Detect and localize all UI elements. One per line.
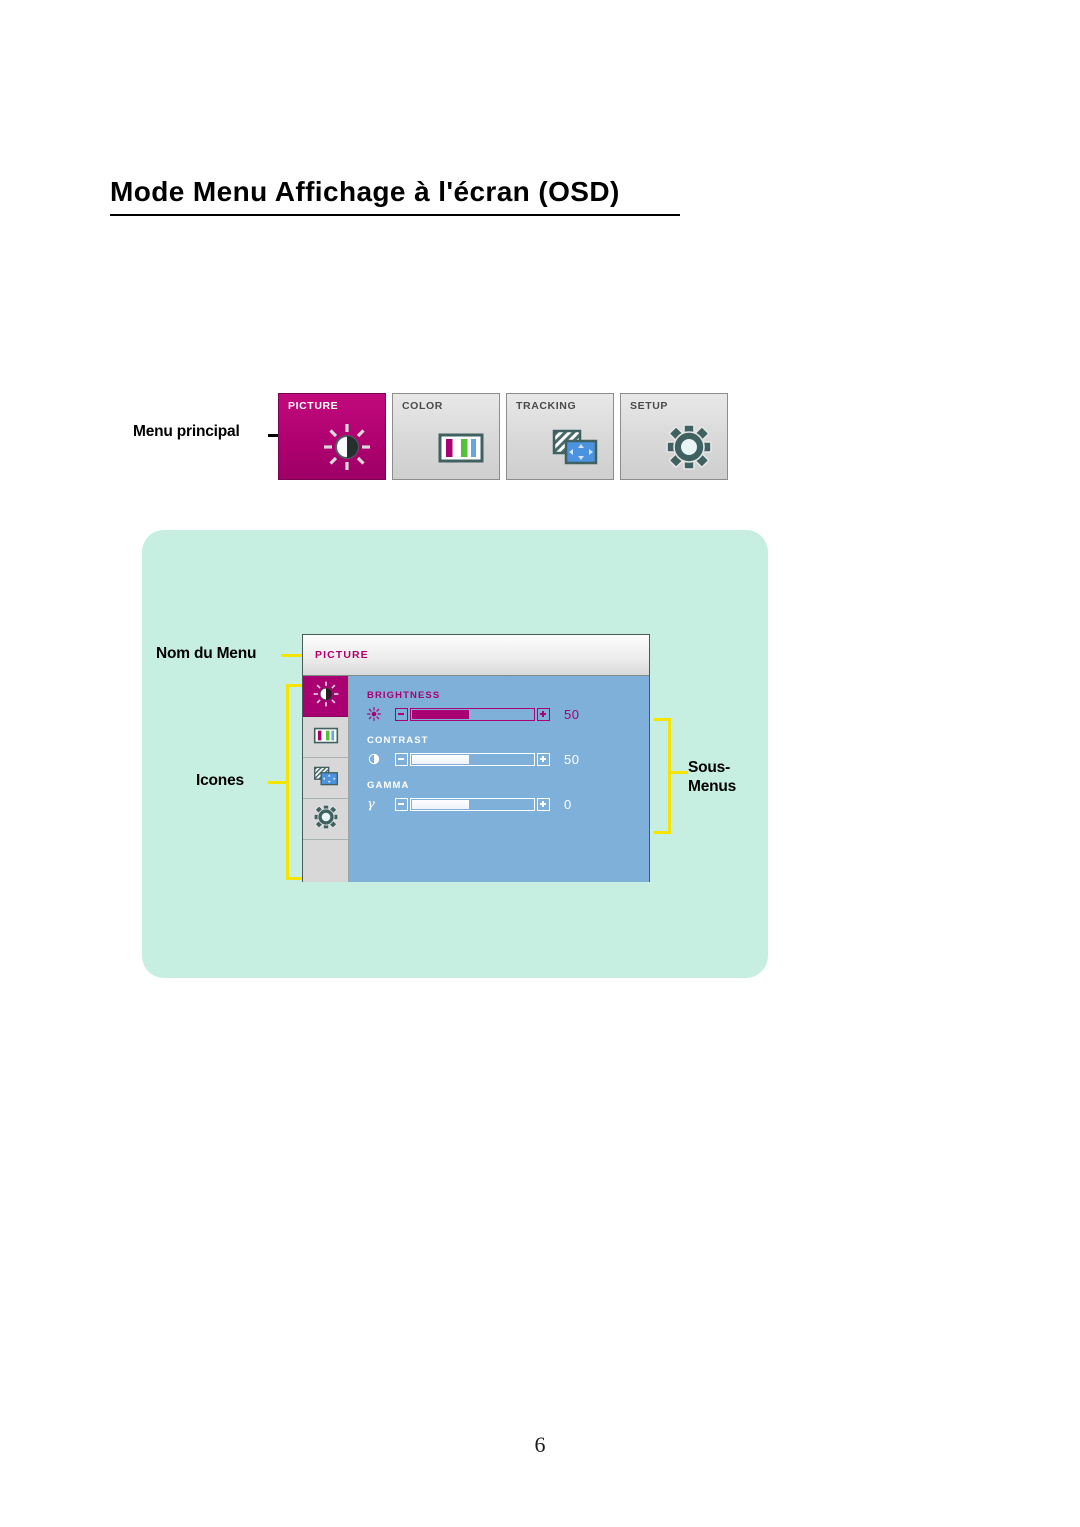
- menu-tile-tracking[interactable]: TRACKING: [506, 393, 614, 480]
- osd-sidebar-item-tracking[interactable]: [303, 758, 348, 799]
- brightness-icon: [321, 421, 373, 473]
- callout-submenus-leader: [668, 771, 688, 774]
- osd-control-gamma-label: GAMMA: [367, 780, 410, 791]
- callout-submenus-line2: Menus: [688, 778, 737, 795]
- osd-body: BRIGHTNESS 50 CONTRAST 50 GAMMA γ 0: [303, 676, 649, 882]
- callout-icons-bracket: [286, 684, 303, 880]
- menu-tile-color-label: COLOR: [402, 400, 443, 412]
- tracking-icon: [312, 762, 340, 795]
- callout-icons-label: Icones: [196, 772, 244, 789]
- callout-submenus-label: Sous- Menus: [688, 758, 736, 796]
- osd-titlebar: PICTURE: [303, 635, 649, 676]
- callout-submenus-bracket: [654, 718, 671, 834]
- contrast-value: 50: [564, 751, 580, 767]
- gamma-slider[interactable]: [410, 797, 535, 811]
- callout-submenus-line1: Sous-: [688, 759, 731, 776]
- contrast-slider-fill: [412, 754, 469, 764]
- brightness-decrease-button[interactable]: [395, 707, 408, 721]
- brightness-icon: [312, 680, 340, 713]
- callout-menu-name-label: Nom du Menu: [156, 645, 257, 662]
- tracking-icon: [549, 421, 601, 473]
- contrast-decrease-button[interactable]: [395, 752, 408, 766]
- contrast-slider[interactable]: [410, 752, 535, 766]
- sun-icon: [367, 707, 395, 721]
- gear-icon: [663, 421, 715, 473]
- page-number: 6: [534, 1432, 546, 1457]
- menu-tile-setup[interactable]: SETUP: [620, 393, 728, 480]
- osd-control-contrast: CONTRAST 50: [367, 735, 639, 768]
- brightness-slider[interactable]: [410, 707, 535, 721]
- contrast-increase-button[interactable]: [537, 752, 550, 766]
- menu-tile-tracking-label: TRACKING: [516, 400, 577, 412]
- gamma-slider-fill: [412, 799, 469, 809]
- main-menu-tiles: PICTURE COLOR TRACKING SETUP: [278, 393, 728, 480]
- osd-sidebar: [303, 676, 349, 882]
- page-title: Mode Menu Affichage à l'écran (OSD): [110, 176, 680, 216]
- osd-window: PICTURE BRIGHTNESS 50 CONTRAST 50 GAMMA …: [302, 634, 650, 882]
- brightness-value: 50: [564, 706, 580, 722]
- gamma-value: 0: [564, 796, 572, 812]
- brightness-increase-button[interactable]: [537, 707, 550, 721]
- gamma-symbol-icon: γ: [367, 797, 395, 812]
- menu-tile-setup-label: SETUP: [630, 400, 669, 412]
- contrast-icon: [367, 752, 395, 766]
- gear-icon: [312, 803, 340, 836]
- menu-tile-picture[interactable]: PICTURE: [278, 393, 386, 480]
- osd-sidebar-item-setup[interactable]: [303, 799, 348, 840]
- osd-control-contrast-label: CONTRAST: [367, 735, 429, 746]
- gamma-increase-button[interactable]: [537, 797, 550, 811]
- brightness-slider-fill: [412, 709, 469, 719]
- gamma-decrease-button[interactable]: [395, 797, 408, 811]
- callout-icons-leader: [268, 781, 286, 784]
- callout-menu-name-leader: [281, 654, 303, 657]
- osd-control-gamma: GAMMA γ 0: [367, 780, 639, 813]
- osd-sidebar-item-empty: [303, 840, 348, 881]
- color-bars-icon: [312, 721, 340, 754]
- osd-sidebar-item-picture[interactable]: [303, 676, 348, 717]
- osd-control-brightness: BRIGHTNESS 50: [367, 690, 639, 723]
- menu-tile-color[interactable]: COLOR: [392, 393, 500, 480]
- osd-control-brightness-label: BRIGHTNESS: [367, 690, 441, 701]
- main-menu-callout-label: Menu principal: [133, 423, 240, 440]
- color-bars-icon: [435, 421, 487, 473]
- osd-title-text: PICTURE: [315, 649, 369, 661]
- gamma-glyph: γ: [367, 796, 375, 812]
- menu-tile-picture-label: PICTURE: [288, 400, 339, 412]
- osd-sidebar-item-color[interactable]: [303, 717, 348, 758]
- osd-controls: BRIGHTNESS 50 CONTRAST 50 GAMMA γ 0: [349, 676, 649, 882]
